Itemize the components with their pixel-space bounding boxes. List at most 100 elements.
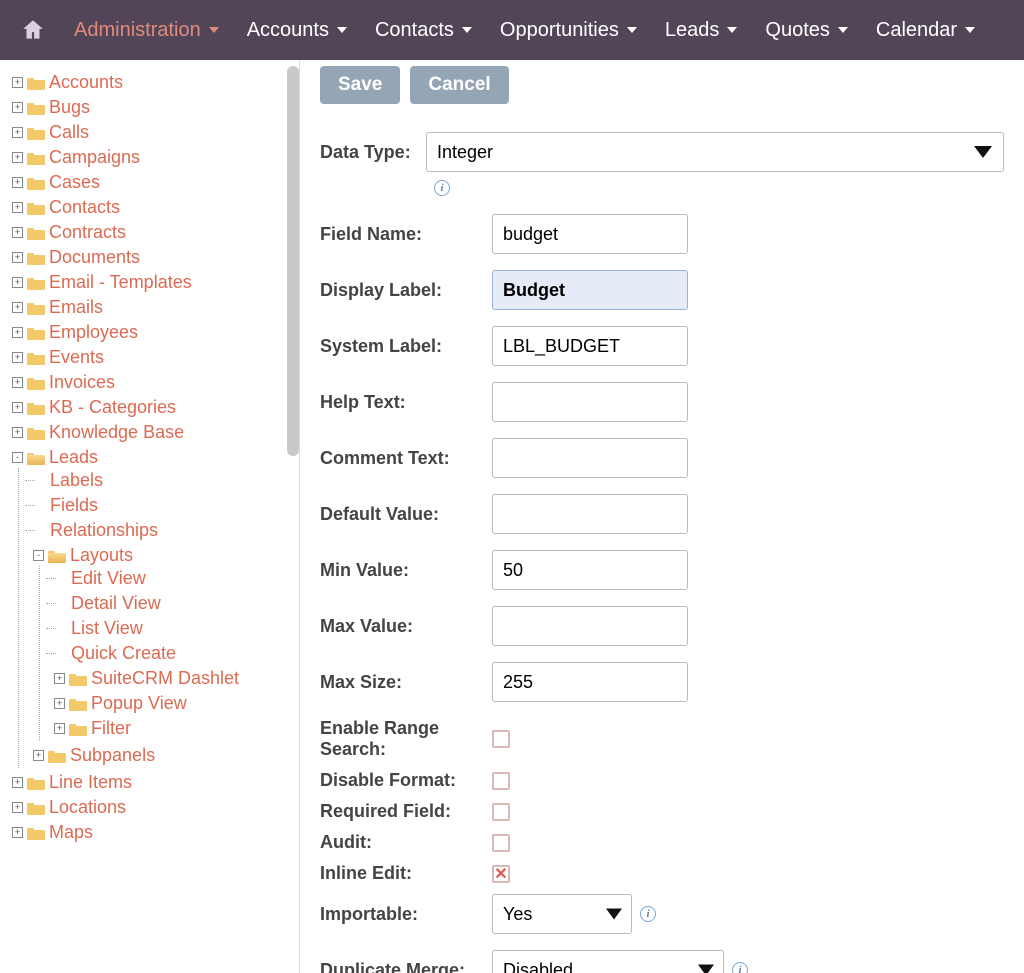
tree-item[interactable]: List View: [71, 618, 143, 639]
field-name-input[interactable]: [492, 214, 688, 254]
tree-item[interactable]: Contracts: [49, 222, 126, 243]
tree-item[interactable]: Accounts: [49, 72, 123, 93]
caret-down-icon: [965, 27, 975, 33]
tree-item[interactable]: Fields: [50, 495, 98, 516]
expand-icon[interactable]: +: [12, 227, 23, 238]
nav-leads[interactable]: Leads: [665, 19, 738, 42]
scrollbar[interactable]: [287, 66, 299, 456]
nav-opportunities[interactable]: Opportunities: [500, 19, 637, 42]
system-label-input[interactable]: [492, 326, 688, 366]
expand-icon[interactable]: +: [54, 698, 65, 709]
expand-icon[interactable]: +: [12, 127, 23, 138]
folder-icon: [69, 697, 87, 711]
tree-item[interactable]: Relationships: [50, 520, 158, 541]
expand-icon[interactable]: +: [12, 777, 23, 788]
expand-icon[interactable]: +: [12, 402, 23, 413]
expand-icon[interactable]: +: [12, 202, 23, 213]
expand-icon[interactable]: +: [54, 723, 65, 734]
min-value-input[interactable]: [492, 550, 688, 590]
folder-icon: [27, 151, 45, 165]
tree-item[interactable]: Line Items: [49, 772, 132, 793]
disable-format-checkbox[interactable]: [492, 772, 510, 790]
tree-item[interactable]: Edit View: [71, 568, 146, 589]
display-label-input[interactable]: [492, 270, 688, 310]
label-max-value: Max Value:: [320, 616, 492, 637]
module-tree: + Accounts + Bugs + Calls + Campaigns + Cases + Con…: [10, 70, 299, 845]
tree-item[interactable]: Bugs: [49, 97, 90, 118]
folder-icon: [27, 76, 45, 90]
expand-icon[interactable]: +: [12, 827, 23, 838]
expand-icon[interactable]: +: [12, 77, 23, 88]
tree-item[interactable]: Filter: [91, 718, 131, 739]
collapse-icon[interactable]: -: [33, 550, 44, 561]
duplicate-merge-select[interactable]: Disabled: [492, 950, 724, 973]
tree-item[interactable]: Locations: [49, 797, 126, 818]
info-icon[interactable]: i: [732, 962, 748, 973]
tree-item[interactable]: Emails: [49, 297, 103, 318]
tree-item[interactable]: Labels: [50, 470, 103, 491]
tree-item[interactable]: Detail View: [71, 593, 161, 614]
nav-administration[interactable]: Administration: [74, 19, 219, 42]
tree-item[interactable]: Events: [49, 347, 104, 368]
comment-text-input[interactable]: [492, 438, 688, 478]
expand-icon[interactable]: +: [12, 277, 23, 288]
collapse-icon[interactable]: -: [12, 452, 23, 463]
expand-icon[interactable]: +: [12, 102, 23, 113]
label-system-label: System Label:: [320, 336, 492, 357]
help-text-input[interactable]: [492, 382, 688, 422]
default-value-input[interactable]: [492, 494, 688, 534]
expand-icon[interactable]: +: [12, 152, 23, 163]
expand-icon[interactable]: +: [12, 327, 23, 338]
expand-icon[interactable]: +: [12, 427, 23, 438]
tree-item[interactable]: Popup View: [91, 693, 187, 714]
expand-icon[interactable]: +: [12, 177, 23, 188]
importable-select[interactable]: Yes: [492, 894, 632, 934]
label-default-value: Default Value:: [320, 504, 492, 525]
info-icon[interactable]: i: [434, 180, 450, 196]
max-size-input[interactable]: [492, 662, 688, 702]
tree-item[interactable]: Maps: [49, 822, 93, 843]
save-button[interactable]: Save: [320, 66, 400, 104]
tree-item[interactable]: Layouts: [70, 545, 133, 566]
nav-quotes[interactable]: Quotes: [765, 19, 847, 42]
tree-item[interactable]: Leads: [49, 447, 98, 468]
expand-icon[interactable]: +: [33, 750, 44, 761]
tree-item[interactable]: Knowledge Base: [49, 422, 184, 443]
expand-icon[interactable]: +: [12, 802, 23, 813]
tree-item[interactable]: Campaigns: [49, 147, 140, 168]
tree-item[interactable]: Invoices: [49, 372, 115, 393]
expand-icon[interactable]: +: [54, 673, 65, 684]
folder-icon: [27, 226, 45, 240]
tree-item[interactable]: Quick Create: [71, 643, 176, 664]
label-min-value: Min Value:: [320, 560, 492, 581]
audit-checkbox[interactable]: [492, 834, 510, 852]
expand-icon[interactable]: +: [12, 352, 23, 363]
tree-item[interactable]: Email - Templates: [49, 272, 192, 293]
tree-item[interactable]: Calls: [49, 122, 89, 143]
nav-contacts[interactable]: Contacts: [375, 19, 472, 42]
nav-calendar[interactable]: Calendar: [876, 19, 975, 42]
folder-icon: [27, 376, 45, 390]
tree-item[interactable]: KB - Categories: [49, 397, 176, 418]
tree-item[interactable]: Subpanels: [70, 745, 155, 766]
data-type-select[interactable]: Integer: [426, 132, 1004, 172]
sidebar: + Accounts + Bugs + Calls + Campaigns + Cases + Con…: [0, 60, 300, 973]
max-value-input[interactable]: [492, 606, 688, 646]
expand-icon[interactable]: +: [12, 302, 23, 313]
cancel-button[interactable]: Cancel: [410, 66, 508, 104]
tree-item[interactable]: Cases: [49, 172, 100, 193]
home-icon[interactable]: [20, 17, 46, 43]
required-checkbox[interactable]: [492, 803, 510, 821]
tree-item[interactable]: Documents: [49, 247, 140, 268]
tree-item[interactable]: Employees: [49, 322, 138, 343]
enable-range-checkbox[interactable]: [492, 730, 510, 748]
tree-item[interactable]: Contacts: [49, 197, 120, 218]
nav-accounts[interactable]: Accounts: [247, 19, 347, 42]
tree-item[interactable]: SuiteCRM Dashlet: [91, 668, 239, 689]
folder-icon: [27, 426, 45, 440]
inline-edit-checkbox[interactable]: ✕: [492, 865, 510, 883]
folder-icon: [69, 672, 87, 686]
expand-icon[interactable]: +: [12, 377, 23, 388]
info-icon[interactable]: i: [640, 906, 656, 922]
expand-icon[interactable]: +: [12, 252, 23, 263]
